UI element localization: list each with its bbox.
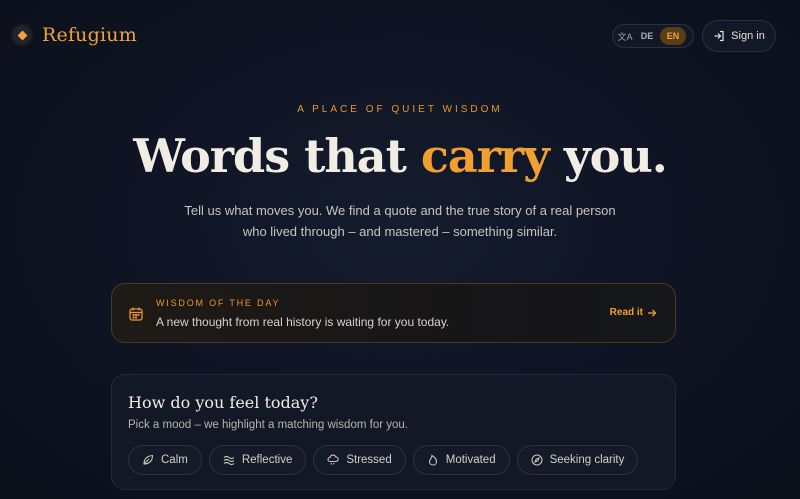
flame-icon — [428, 454, 437, 466]
subtitle-line-2: who lived through – and mastered – somet… — [242, 224, 558, 239]
mood-title: How do you feel today? — [128, 393, 318, 412]
sign-in-label: Sign in — [731, 30, 765, 42]
headline-end: you. — [548, 129, 668, 183]
headline-accent: carry — [420, 129, 550, 183]
hero-headline: Words that carry you. — [0, 126, 800, 186]
wisdom-of-the-day-card[interactable]: WISDOM OF THE DAY A new thought from rea… — [111, 283, 676, 343]
diamond-logo-icon — [14, 27, 30, 43]
chip-label: Motivated — [445, 454, 496, 466]
chip-label: Reflective — [241, 454, 293, 466]
calendar-icon — [129, 307, 143, 321]
leaf-icon — [143, 454, 154, 465]
sign-in-icon — [714, 30, 724, 42]
sign-in-button[interactable]: Sign in — [702, 20, 776, 52]
cloud-rain-icon — [327, 454, 340, 465]
wisdom-text: A new thought from real history is waiti… — [156, 315, 450, 329]
mood-chip-calm[interactable]: Calm — [128, 445, 202, 475]
hero-eyebrow: A PLACE OF QUIET WISDOM — [297, 104, 503, 115]
mood-subtitle: Pick a mood – we highlight a matching wi… — [128, 419, 408, 431]
mood-chips: Calm Reflective Stressed Motivated Seeki… — [128, 445, 639, 475]
compass-icon — [531, 454, 543, 466]
read-it-link[interactable]: Read it — [610, 307, 657, 318]
lang-option-en[interactable]: EN — [660, 27, 686, 45]
brand-name: Refugium — [42, 24, 137, 46]
mood-chip-motivated[interactable]: Motivated — [412, 445, 510, 475]
chip-label: Calm — [161, 454, 188, 466]
read-it-label: Read it — [609, 307, 643, 318]
mood-chip-seeking-clarity[interactable]: Seeking clarity — [516, 445, 639, 475]
mood-chip-stressed[interactable]: Stressed — [313, 445, 406, 475]
waves-icon — [223, 455, 235, 466]
hero-subtitle: Tell us what moves you. We find a quote … — [150, 200, 650, 242]
mood-chip-reflective[interactable]: Reflective — [208, 445, 307, 475]
chip-label: Seeking clarity — [549, 454, 625, 466]
mood-picker-card: How do you feel today? Pick a mood – we … — [111, 374, 676, 490]
chip-label: Stressed — [346, 454, 392, 466]
translate-icon: 文A — [617, 31, 633, 42]
language-switcher: 文A DE EN — [612, 24, 694, 48]
top-bar: Refugium 文A DE EN Sign in — [0, 0, 800, 72]
lang-option-de[interactable]: DE — [634, 27, 660, 45]
headline-start: Words that — [133, 129, 421, 183]
wisdom-kicker: WISDOM OF THE DAY — [156, 298, 281, 308]
arrow-right-icon — [648, 309, 657, 316]
subtitle-line-1: Tell us what moves you. We find a quote … — [184, 203, 616, 218]
brand-logo[interactable]: Refugium — [14, 24, 137, 46]
